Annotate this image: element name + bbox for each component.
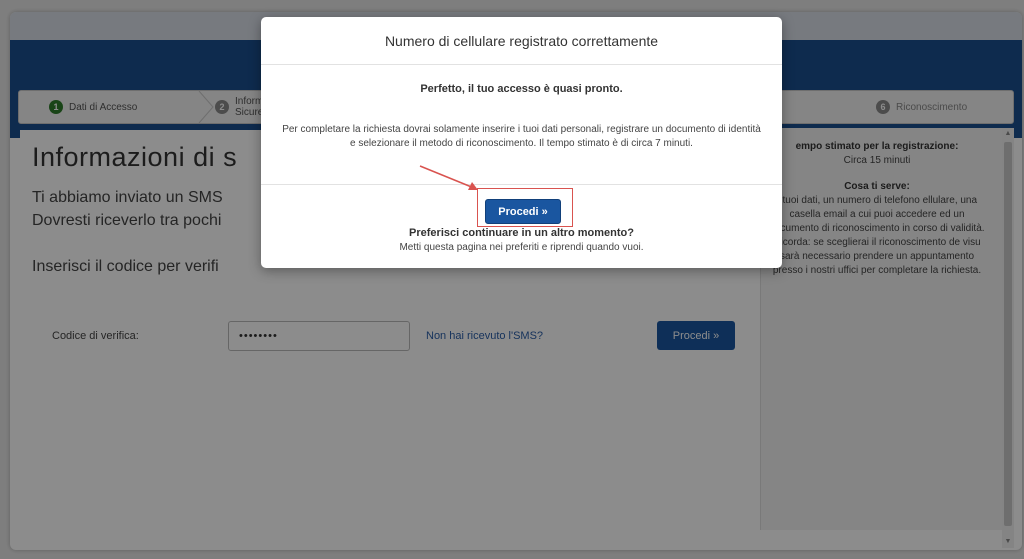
- registration-success-modal: Numero di cellulare registrato correttam…: [261, 17, 782, 268]
- modal-divider: [261, 184, 782, 185]
- proceed-button[interactable]: Procedi »: [485, 199, 561, 224]
- modal-title: Numero di cellulare registrato correttam…: [261, 17, 782, 65]
- modal-body-text: Per completare la richiesta dovrai solam…: [282, 124, 761, 149]
- modal-lead-text: Perfetto, il tuo accesso è quasi pronto.: [420, 83, 623, 95]
- continue-later-text: Metti questa pagina nei preferiti e ripr…: [399, 242, 644, 253]
- pointer-arrow-icon: [419, 165, 478, 190]
- continue-later-title: Preferisci continuare in un altro moment…: [409, 227, 634, 239]
